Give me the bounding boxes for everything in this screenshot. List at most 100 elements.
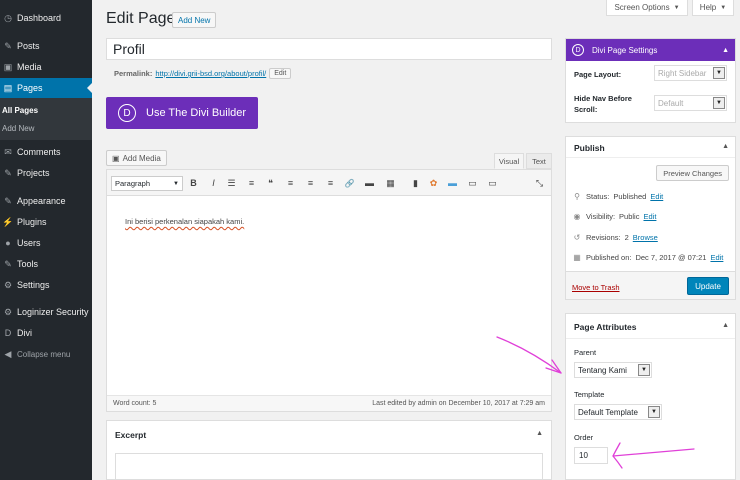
- shortcode-icon[interactable]: ▮: [409, 176, 422, 190]
- editor-toolbar: Paragraph ▼ B I ☰ ≡ ❝ ≡ ≡ ≡ 🔗 ▬ ▦ ▮ ✿ ▬ …: [107, 170, 551, 196]
- admin-sidebar: ◷ Dashboard ✎ Posts ▣ Media ▤ Pages All …: [0, 0, 92, 480]
- pin-icon: ✎: [4, 40, 12, 51]
- sidebar-item-label: Media: [17, 62, 42, 72]
- sidebar-item-tools[interactable]: ✎ Tools: [0, 254, 92, 274]
- editor-content-text[interactable]: Ini berisi perkenalan siapakah kami.: [125, 217, 244, 226]
- sidebar-item-posts[interactable]: ✎ Posts: [0, 36, 92, 56]
- pin-icon: ⚲: [574, 192, 580, 201]
- chevron-down-icon: ▼: [720, 4, 727, 11]
- sidebar-item-appearance[interactable]: ✎ Appearance: [0, 191, 92, 211]
- divi-builder-button[interactable]: D Use The Divi Builder: [106, 97, 258, 129]
- move-to-trash-link[interactable]: Move to Trash: [572, 283, 620, 292]
- tab-visual[interactable]: Visual: [494, 153, 524, 169]
- post-title-input[interactable]: Profil: [106, 38, 552, 60]
- submenu-add-new[interactable]: Add New: [2, 124, 34, 133]
- permalink-url-link[interactable]: http://divi.grii-bsd.org/about/profil/: [155, 69, 266, 78]
- preview-changes-button[interactable]: Preview Changes: [656, 165, 729, 181]
- blockquote-icon[interactable]: ❝: [264, 176, 277, 190]
- excerpt-title: Excerpt: [115, 430, 147, 440]
- italic-icon[interactable]: I: [207, 176, 220, 190]
- visibility-label: Visibility:: [586, 212, 616, 221]
- sidebar-item-loginizer-security[interactable]: ⚙ Loginizer Security: [0, 302, 92, 322]
- template-label: Template: [574, 390, 605, 399]
- sidebar-item-comments[interactable]: ✉ Comments: [0, 142, 92, 162]
- numbered-list-icon[interactable]: ≡: [245, 176, 258, 190]
- collapse-arrow-icon[interactable]: ▲: [536, 430, 543, 437]
- media-icon: ▣: [3, 61, 13, 72]
- permalink-label: Permalink:: [114, 69, 153, 78]
- collapse-menu-button[interactable]: ◀ Collapse menu: [0, 344, 92, 364]
- screen-options-tab[interactable]: Screen Options ▼: [606, 0, 688, 16]
- parent-label: Parent: [574, 348, 597, 357]
- collapse-arrow-icon[interactable]: ▲: [722, 47, 729, 54]
- sidebar-item-label: Users: [17, 238, 41, 248]
- bold-icon[interactable]: B: [187, 176, 200, 190]
- sidebar-item-pages[interactable]: ▤ Pages: [0, 78, 92, 98]
- visibility-edit-link[interactable]: Edit: [643, 212, 656, 221]
- tab-text[interactable]: Text: [526, 153, 552, 169]
- comments-icon: ✉: [4, 146, 12, 157]
- excerpt-textarea[interactable]: [115, 453, 543, 480]
- template-value: Default Template: [578, 407, 638, 417]
- published-label: Published on:: [586, 253, 632, 262]
- link-icon[interactable]: 🔗: [343, 176, 356, 190]
- align-right-icon[interactable]: ≡: [324, 176, 337, 190]
- plugin-box-icon[interactable]: ▭: [466, 176, 479, 190]
- settings-icon: ⚙: [3, 279, 13, 290]
- add-media-button[interactable]: ▣ Add Media: [106, 150, 167, 166]
- published-edit-link[interactable]: Edit: [710, 253, 723, 262]
- divi-settings-title: Divi Page Settings: [592, 45, 658, 55]
- sidebar-item-media[interactable]: ▣ Media: [0, 57, 92, 77]
- align-center-icon[interactable]: ≡: [304, 176, 317, 190]
- divi-settings-header[interactable]: D Divi Page Settings ▲: [566, 39, 735, 61]
- revisions-browse-link[interactable]: Browse: [633, 233, 658, 242]
- collapse-arrow-icon[interactable]: ▲: [722, 143, 729, 150]
- page-layout-select[interactable]: Right Sidebar ▼: [654, 65, 727, 81]
- format-select[interactable]: Paragraph ▼: [111, 176, 183, 191]
- content-editor: Paragraph ▼ B I ☰ ≡ ❝ ≡ ≡ ≡ 🔗 ▬ ▦ ▮ ✿ ▬ …: [106, 169, 552, 412]
- sidebar-item-users[interactable]: ● Users: [0, 233, 92, 253]
- published-on-row: ▦ Published on: Dec 7, 2017 @ 07:21 Edit: [572, 253, 723, 262]
- appearance-icon: ✎: [4, 195, 12, 206]
- collapse-icon: ◀: [4, 348, 12, 359]
- publish-title: Publish: [574, 143, 605, 153]
- help-label: Help: [699, 3, 717, 12]
- add-new-button[interactable]: Add New: [172, 12, 217, 28]
- permalink-edit-button[interactable]: Edit: [269, 68, 292, 79]
- parent-value: Tentang Kami: [578, 365, 627, 375]
- divi-page-settings-box: D Divi Page Settings ▲ Page Layout: Righ…: [565, 38, 736, 123]
- read-more-icon[interactable]: ▬: [363, 176, 376, 190]
- sidebar-item-settings[interactable]: ⚙ Settings: [0, 275, 92, 295]
- sidebar-item-label: Loginizer Security: [17, 307, 89, 317]
- divi-icon: D: [4, 328, 12, 338]
- sidebar-item-divi[interactable]: D Divi: [0, 323, 92, 343]
- page-layout-label: Page Layout:: [574, 70, 622, 79]
- align-left-icon[interactable]: ≡: [284, 176, 297, 190]
- plugin-blue-icon[interactable]: ▬: [446, 176, 459, 190]
- hide-nav-select[interactable]: Default ▼: [654, 95, 727, 111]
- toolbar-toggle-icon[interactable]: ▦: [384, 176, 397, 190]
- status-value: Published: [613, 192, 647, 201]
- status-edit-link[interactable]: Edit: [650, 192, 663, 201]
- fullscreen-icon[interactable]: ⤡: [533, 176, 546, 190]
- sidebar-item-dashboard[interactable]: ◷ Dashboard: [0, 8, 92, 28]
- submenu-all-pages[interactable]: All Pages: [2, 106, 38, 115]
- help-tab[interactable]: Help ▼: [692, 0, 734, 16]
- sidebar-item-label: Plugins: [17, 217, 47, 227]
- update-button[interactable]: Update: [687, 277, 729, 295]
- parent-select[interactable]: Tentang Kami ▼: [574, 362, 652, 378]
- sidebar-item-label: Dashboard: [17, 13, 62, 23]
- sidebar-item-label: Settings: [17, 280, 50, 290]
- template-select[interactable]: Default Template ▼: [574, 404, 662, 420]
- chevron-down-icon: ▼: [648, 406, 660, 418]
- plugin-window-icon[interactable]: ▭: [486, 176, 499, 190]
- plugin-color-icon[interactable]: ✿: [427, 176, 440, 190]
- bullet-list-icon[interactable]: ☰: [225, 176, 238, 190]
- sidebar-item-plugins[interactable]: ⚡ Plugins: [0, 212, 92, 232]
- published-value: Dec 7, 2017 @ 07:21: [635, 253, 707, 262]
- sidebar-item-projects[interactable]: ✎ Projects: [0, 163, 92, 183]
- order-input[interactable]: 10: [574, 447, 608, 464]
- tools-icon: ✎: [4, 258, 12, 269]
- collapse-arrow-icon[interactable]: ▲: [722, 322, 729, 329]
- visibility-row: ◉ Visibility: Public Edit: [572, 212, 657, 221]
